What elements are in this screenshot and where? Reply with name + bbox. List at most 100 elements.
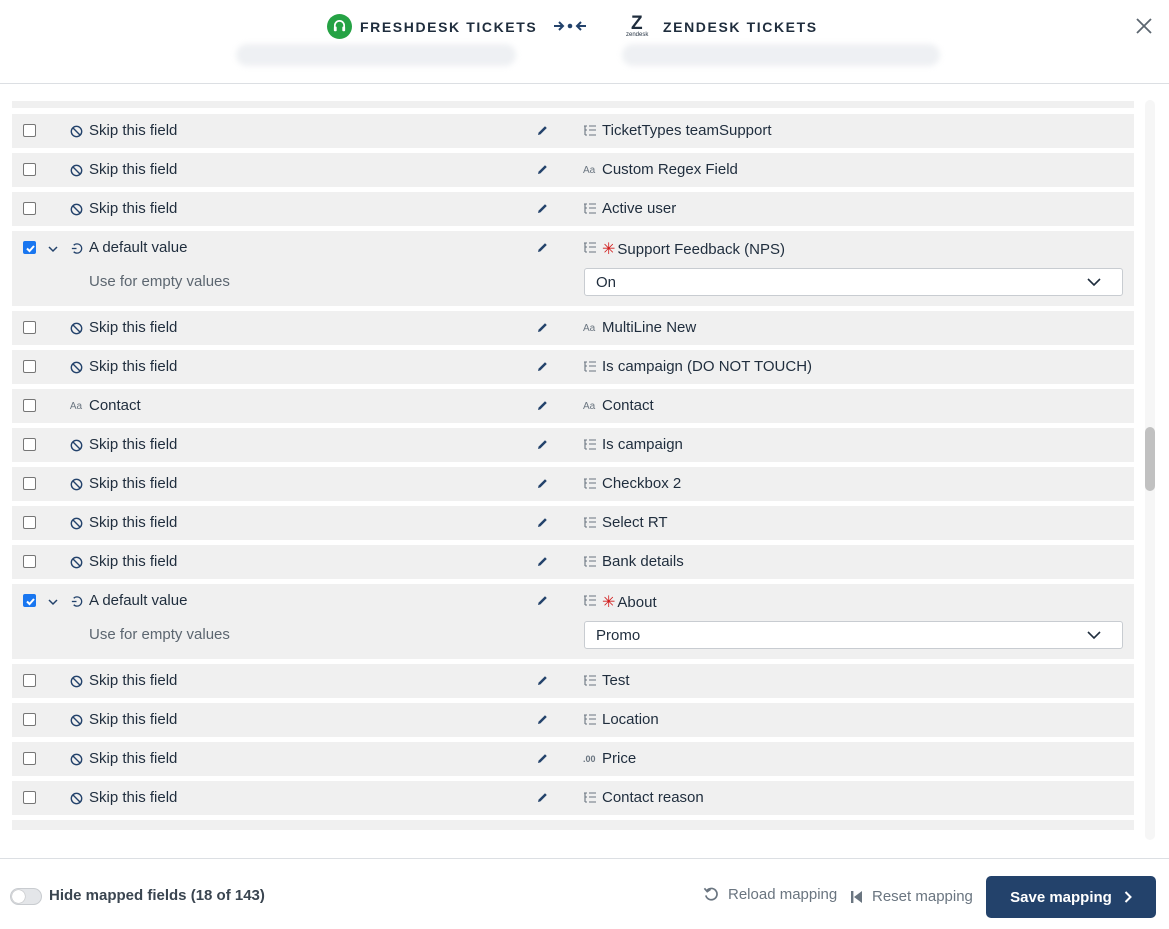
- pencil-icon[interactable]: [536, 438, 549, 451]
- skip-icon: [69, 674, 83, 688]
- required-icon: ✳: [602, 594, 616, 611]
- source-field-label[interactable]: Skip this field: [89, 514, 177, 531]
- row-checkbox[interactable]: [23, 752, 36, 765]
- target-field-label: TicketTypes teamSupport: [602, 122, 772, 139]
- pencil-icon[interactable]: [536, 399, 549, 412]
- source-field-label[interactable]: Skip this field: [89, 358, 177, 375]
- source-field-label[interactable]: Skip this field: [89, 553, 177, 570]
- row-checkbox[interactable]: [23, 438, 36, 451]
- skip-icon: [69, 163, 83, 177]
- row-checkbox[interactable]: [23, 124, 36, 137]
- list-icon: [583, 124, 599, 138]
- target-field-label: ✳ About: [602, 592, 657, 612]
- source-field-label[interactable]: Skip this field: [89, 200, 177, 217]
- target-field-label: Contact: [602, 397, 654, 414]
- field-mapping-list[interactable]: Skip this field TicketTypes teamSupport Sk…: [12, 84, 1134, 856]
- row-checkbox[interactable]: [23, 321, 36, 334]
- pencil-icon[interactable]: [536, 594, 549, 607]
- row-checkbox[interactable]: [23, 791, 36, 804]
- default-value-icon: [69, 241, 83, 255]
- target-field-name: Is campaign: [602, 436, 683, 453]
- reload-mapping-button[interactable]: Reload mapping: [703, 886, 837, 903]
- source-field-label[interactable]: Skip this field: [89, 319, 177, 336]
- target-field-label: Location: [602, 711, 659, 728]
- row-checkbox[interactable]: [23, 516, 36, 529]
- target-field-label: ✳ Support Feedback (NPS): [602, 239, 785, 259]
- row-checkbox[interactable]: [23, 241, 36, 254]
- target-field-name: Custom Regex Field: [602, 161, 738, 178]
- pencil-icon[interactable]: [536, 555, 549, 568]
- target-field-name: Contact reason: [602, 789, 704, 806]
- mapping-row: Skip this field Is campaign: [12, 428, 1134, 462]
- pencil-icon[interactable]: [536, 516, 549, 529]
- target-field-name: Active user: [602, 200, 677, 217]
- row-checkbox[interactable]: [23, 477, 36, 490]
- source-field-label[interactable]: Skip this field: [89, 750, 177, 767]
- row-checkbox[interactable]: [23, 163, 36, 176]
- source-field-label[interactable]: Skip this field: [89, 161, 177, 178]
- mapping-row: Skip this field Active user: [12, 192, 1134, 226]
- skip-back-icon: [851, 890, 862, 903]
- chevron-down-icon[interactable]: [47, 242, 59, 254]
- row-checkbox[interactable]: [23, 674, 36, 687]
- source-field-label[interactable]: Skip this field: [89, 711, 177, 728]
- close-icon[interactable]: [1134, 16, 1154, 36]
- source-field-label[interactable]: A default value: [89, 239, 187, 256]
- row-checkbox[interactable]: [23, 399, 36, 412]
- source-field-label[interactable]: Skip this field: [89, 475, 177, 492]
- source-field-label[interactable]: Skip this field: [89, 789, 177, 806]
- pencil-icon[interactable]: [536, 791, 549, 804]
- default-value-icon: [69, 594, 83, 608]
- row-checkbox[interactable]: [23, 360, 36, 373]
- decimal-icon: .00: [583, 754, 596, 764]
- mapping-row: Skip this field TicketTypes teamSupport: [12, 114, 1134, 148]
- row-checkbox[interactable]: [23, 555, 36, 568]
- target-field-name: MultiLine New: [602, 319, 697, 336]
- target-field-name: Contact: [602, 397, 654, 414]
- zendesk-logo: Z zendesk: [626, 13, 649, 38]
- pencil-icon[interactable]: [536, 360, 549, 373]
- target-field-label: Checkbox 2: [602, 475, 681, 492]
- list-icon: [583, 791, 599, 805]
- target-field-name: About: [617, 593, 657, 611]
- row-checkbox[interactable]: [23, 594, 36, 607]
- pencil-icon[interactable]: [536, 713, 549, 726]
- source-field-label[interactable]: Contact: [89, 397, 141, 414]
- source-field-label[interactable]: Skip this field: [89, 122, 177, 139]
- pencil-icon[interactable]: [536, 674, 549, 687]
- pencil-icon[interactable]: [536, 477, 549, 490]
- list-icon: [583, 674, 599, 688]
- target-field-name: TicketTypes teamSupport: [602, 122, 772, 139]
- hide-mapped-toggle[interactable]: [10, 888, 42, 905]
- mapping-row: Skip this field Aa Custom Regex Field: [12, 153, 1134, 187]
- text-icon: Aa: [583, 400, 596, 412]
- pencil-icon[interactable]: [536, 752, 549, 765]
- chevron-down-icon[interactable]: [47, 595, 59, 607]
- mapping-row: Skip this field Select RT: [12, 506, 1134, 540]
- row-checkbox[interactable]: [23, 202, 36, 215]
- pencil-icon[interactable]: [536, 241, 549, 254]
- mapping-row: Aa Contact Aa Contact: [12, 389, 1134, 423]
- skip-icon: [69, 321, 83, 335]
- default-value-select[interactable]: On: [584, 268, 1123, 296]
- reset-mapping-button[interactable]: Reset mapping: [850, 888, 973, 905]
- source-platform-name: FRESHDESK TICKETS: [360, 18, 538, 35]
- target-field-label: Bank details: [602, 553, 684, 570]
- pencil-icon[interactable]: [536, 321, 549, 334]
- list-icon: [583, 360, 599, 374]
- row-checkbox[interactable]: [23, 713, 36, 726]
- default-value-select[interactable]: Promo: [584, 621, 1123, 649]
- source-field-label[interactable]: A default value: [89, 592, 187, 609]
- mapping-row: A default value ✳ Support Feedback (NPS) Us…: [12, 231, 1134, 306]
- pencil-icon[interactable]: [536, 124, 549, 137]
- save-mapping-button[interactable]: Save mapping: [986, 876, 1156, 918]
- source-account-blurred: [236, 44, 516, 66]
- mapping-arrows-icon: [554, 21, 586, 31]
- scrollbar-thumb[interactable]: [1145, 427, 1155, 491]
- pencil-icon[interactable]: [536, 202, 549, 215]
- list-icon: [583, 713, 599, 727]
- pencil-icon[interactable]: [536, 163, 549, 176]
- source-field-label[interactable]: Skip this field: [89, 436, 177, 453]
- source-field-label[interactable]: Skip this field: [89, 672, 177, 689]
- mapping-row: Skip this field Is campaign (DO NOT TOUCH…: [12, 350, 1134, 384]
